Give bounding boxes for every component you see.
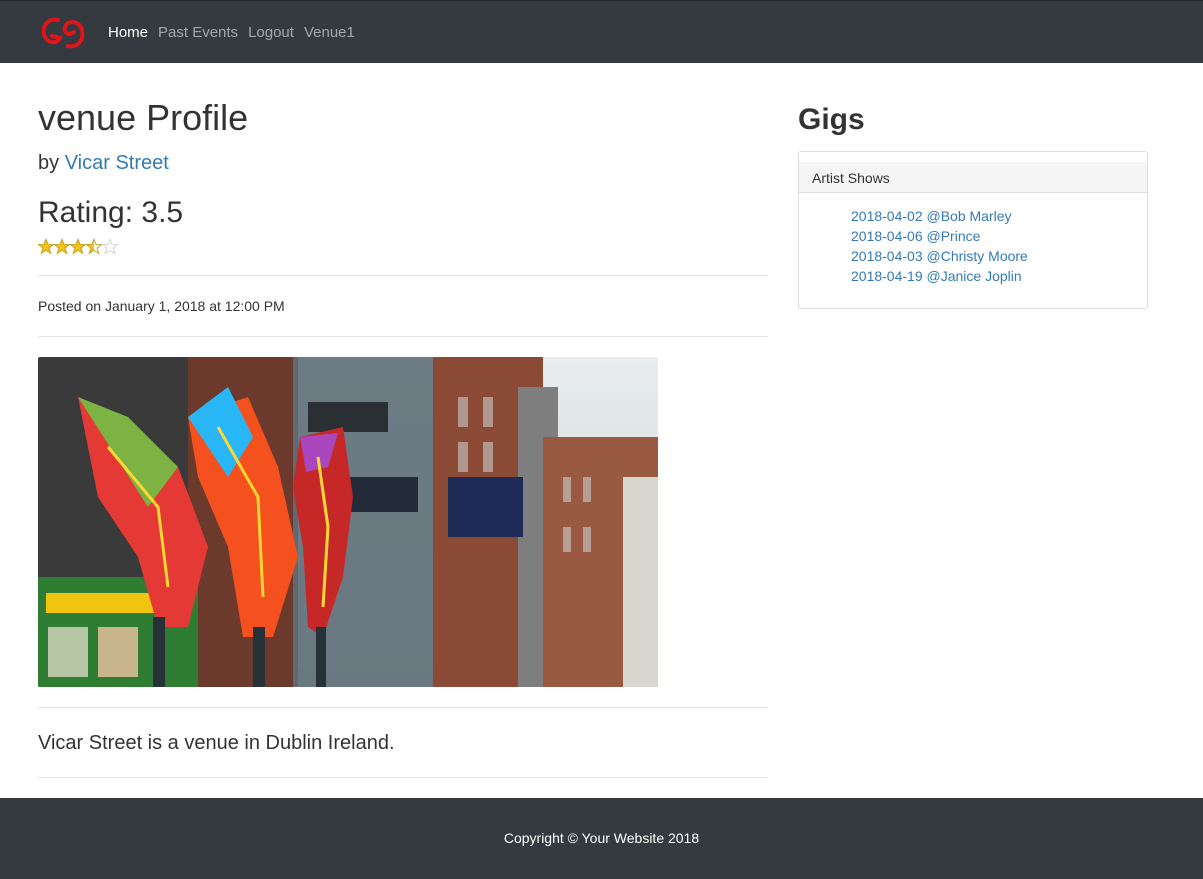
rating-heading: Rating: 3.5 <box>38 196 184 229</box>
divider <box>38 707 768 708</box>
venue-name-link[interactable]: Vicar Street <box>65 152 169 174</box>
navbar: Home Past Events Logout Venue1 <box>0 0 1203 63</box>
nav-logout-link[interactable]: Logout <box>248 23 294 43</box>
gig-link[interactable]: 2018-04-02 @Bob Marley <box>851 208 1012 224</box>
star-icon <box>85 237 103 255</box>
footer: Copyright © Your Website 2018 <box>0 798 1203 879</box>
divider <box>38 777 768 778</box>
venue-description: Vicar Street is a venue in Dublin Irelan… <box>38 732 395 754</box>
star-icon <box>69 237 87 255</box>
star-icon <box>101 237 119 255</box>
venue-photo <box>38 357 658 687</box>
list-item: 2018-04-03 @Christy Moore <box>851 246 1028 266</box>
list-item: 2018-04-19 @Janice Joplin <box>851 266 1028 286</box>
byline: by Vicar Street <box>38 150 169 176</box>
copyright-text: Copyright © Your Website 2018 <box>503 830 700 846</box>
star-icon <box>53 237 71 255</box>
gig-list: 2018-04-02 @Bob Marley 2018-04-06 @Princ… <box>851 206 1028 286</box>
byline-prefix: by <box>38 152 60 174</box>
gig-link[interactable]: 2018-04-06 @Prince <box>851 228 980 244</box>
gig-link[interactable]: 2018-04-19 @Janice Joplin <box>851 268 1022 284</box>
star-rating <box>38 237 119 255</box>
card-header: Artist Shows <box>799 162 1147 193</box>
gig-link[interactable]: 2018-04-03 @Christy Moore <box>851 248 1028 264</box>
star-icon <box>38 237 55 255</box>
artist-shows-card: Artist Shows 2018-04-02 @Bob Marley 2018… <box>798 151 1148 309</box>
card-header-label: Artist Shows <box>812 170 890 186</box>
list-item: 2018-04-06 @Prince <box>851 226 1028 246</box>
page-title: venue Profile <box>38 97 249 138</box>
nav-links: Home Past Events Logout Venue1 <box>108 23 355 43</box>
nav-home-link[interactable]: Home <box>108 23 148 43</box>
nav-past-events-link[interactable]: Past Events <box>158 23 238 43</box>
posted-date: Posted on January 1, 2018 at 12:00 PM <box>38 298 285 314</box>
divider <box>38 336 768 337</box>
g9-logo-icon[interactable] <box>38 12 86 52</box>
divider <box>38 275 768 276</box>
list-item: 2018-04-02 @Bob Marley <box>851 206 1028 226</box>
nav-venue1-link[interactable]: Venue1 <box>304 23 355 43</box>
gigs-title: Gigs <box>798 103 865 136</box>
